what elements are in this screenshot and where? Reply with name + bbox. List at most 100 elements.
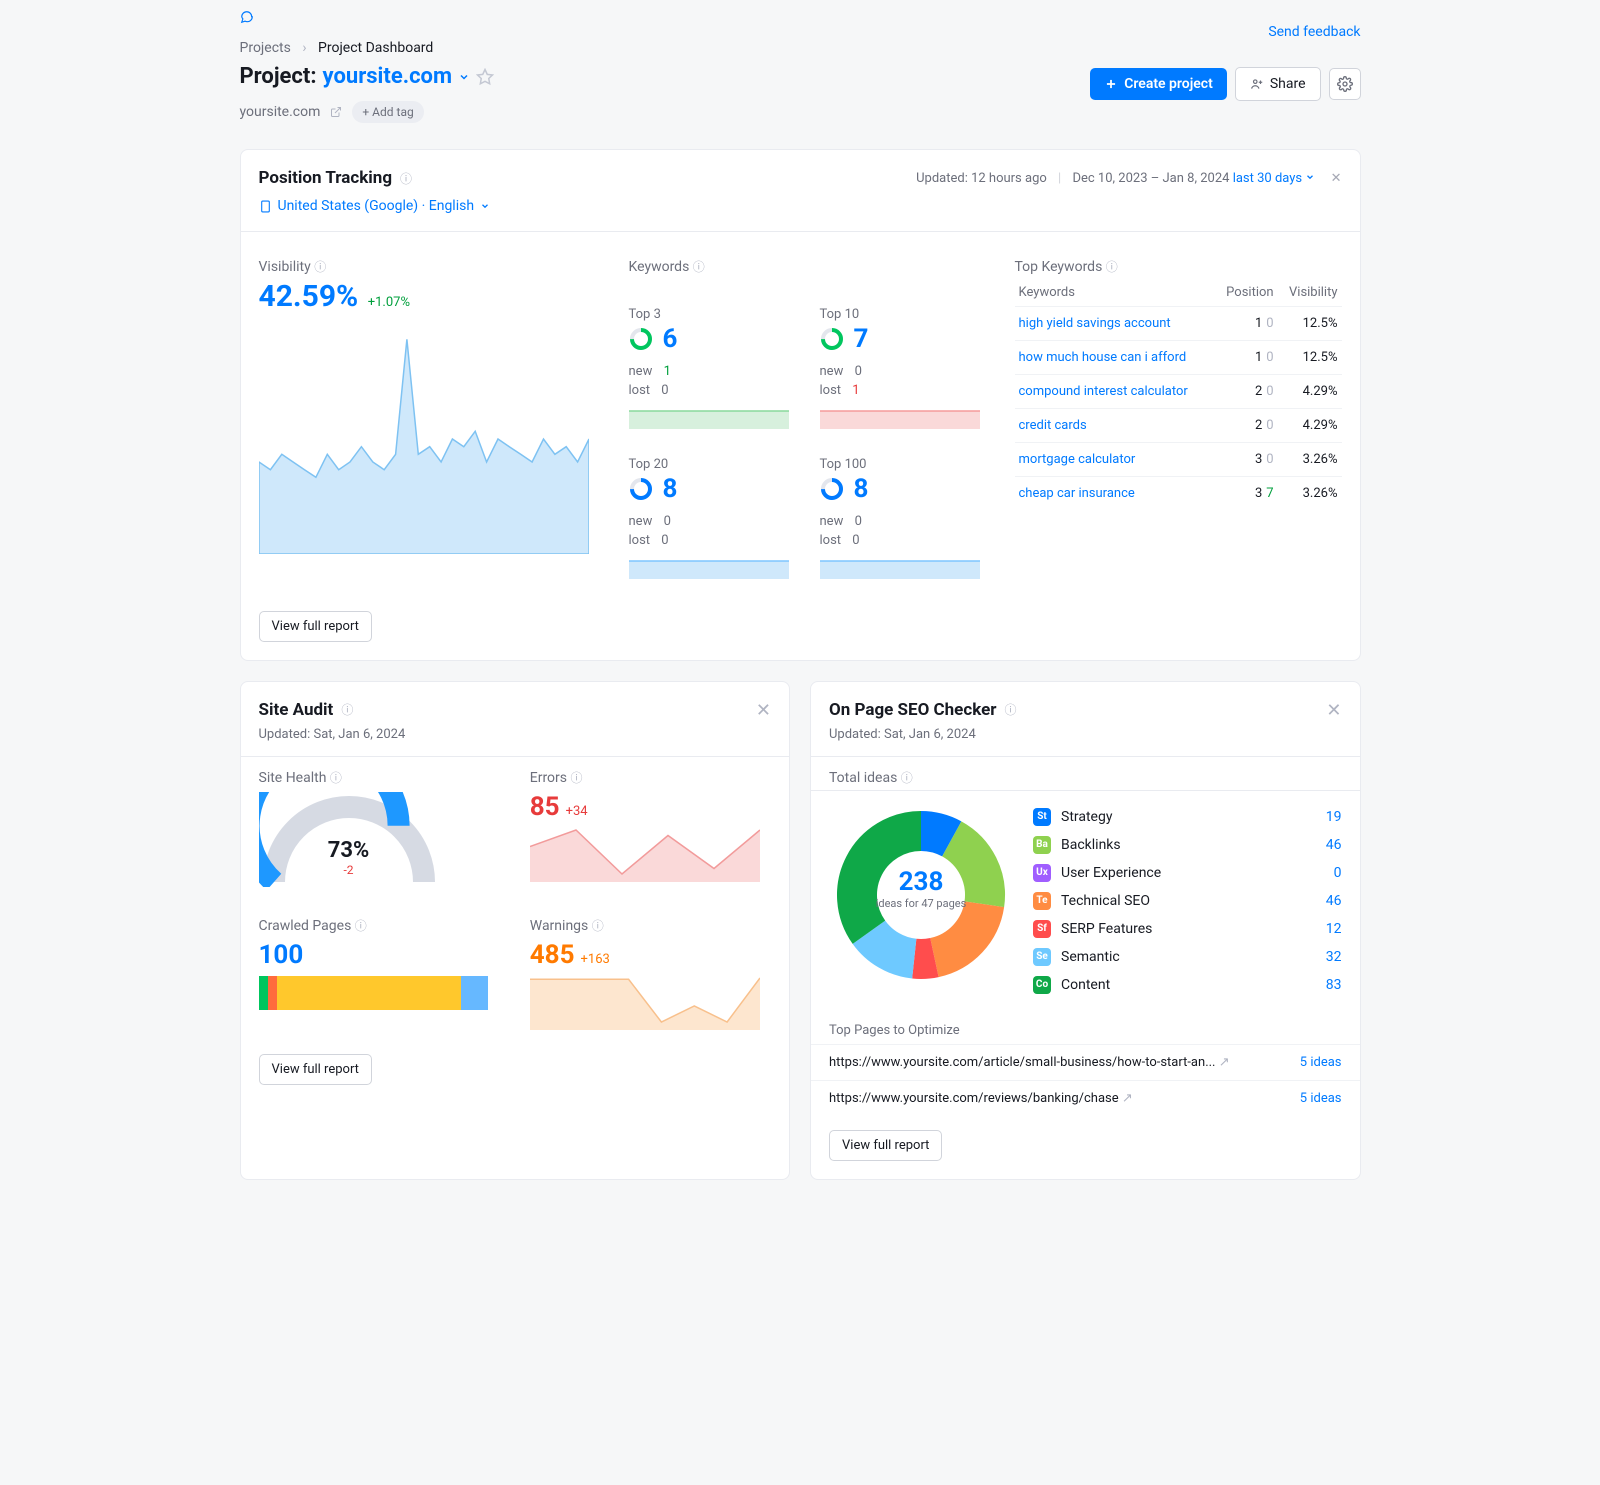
view-full-report-button[interactable]: View full report [259, 1054, 372, 1085]
info-icon[interactable]: ⓘ [901, 771, 913, 785]
page-ideas-link[interactable]: 5 ideas [1300, 1091, 1342, 1106]
visibility-cell: 3.26% [1278, 476, 1342, 510]
category-count[interactable]: 83 [1318, 977, 1342, 993]
total-ideas-label: Total ideas ⓘ [829, 769, 1342, 786]
close-icon[interactable]: ✕ [756, 700, 771, 721]
external-link-icon[interactable]: ↗ [1219, 1055, 1230, 1070]
category-count[interactable]: 46 [1318, 837, 1342, 853]
card-title: Site Audit [259, 700, 334, 720]
card-title: On Page SEO Checker [829, 700, 997, 720]
settings-button[interactable] [1329, 68, 1361, 100]
info-icon[interactable]: ⓘ [693, 260, 705, 274]
keyword-block: Top 107new 0lost 1 [820, 307, 989, 429]
category-name: User Experience [1061, 865, 1318, 881]
gear-icon [1337, 76, 1353, 92]
keyword-link[interactable]: high yield savings account [1015, 306, 1215, 340]
keyword-link[interactable]: cheap car insurance [1015, 476, 1215, 510]
visibility-cell: 4.29% [1278, 374, 1342, 408]
idea-category[interactable]: UxUser Experience0 [1033, 859, 1342, 887]
create-project-button[interactable]: Create project [1090, 68, 1227, 100]
info-icon[interactable]: ⓘ [1005, 701, 1017, 718]
kw-new: 0 [664, 514, 671, 529]
kw-sparkline [629, 407, 789, 429]
info-icon[interactable]: ⓘ [592, 919, 604, 933]
donut-segment [869, 932, 914, 958]
info-icon[interactable]: ⓘ [400, 170, 412, 187]
keyword-link[interactable]: credit cards [1015, 408, 1215, 442]
close-icon[interactable]: ✕ [1331, 171, 1342, 186]
category-pill: Ba [1033, 836, 1051, 854]
info-icon[interactable]: ⓘ [330, 771, 342, 785]
category-count[interactable]: 0 [1318, 865, 1342, 881]
view-full-report-button[interactable]: View full report [829, 1130, 942, 1161]
col-keywords: Keywords [1015, 279, 1215, 307]
page-ideas-link[interactable]: 5 ideas [1300, 1055, 1342, 1070]
info-icon[interactable]: ⓘ [355, 919, 367, 933]
add-tag-button[interactable]: + Add tag [352, 101, 423, 123]
position-cell: 10 [1215, 306, 1278, 340]
table-row: compound interest calculator204.29% [1015, 374, 1342, 408]
chevron-down-icon [480, 201, 490, 211]
kw-label: Top 100 [820, 457, 989, 472]
range-selector[interactable]: last 30 days [1233, 171, 1319, 186]
kw-value: 8 [854, 474, 869, 504]
category-count[interactable]: 19 [1318, 809, 1342, 825]
keyword-link[interactable]: mortgage calculator [1015, 442, 1215, 476]
warnings-value: 485 [530, 940, 575, 970]
idea-category[interactable]: TeTechnical SEO46 [1033, 887, 1342, 915]
visibility-delta: +1.07% [368, 295, 410, 310]
updated-text: Updated: 12 hours ago [916, 171, 1047, 186]
breadcrumb-item[interactable]: Projects [240, 40, 291, 56]
idea-category[interactable]: SeSemantic32 [1033, 943, 1342, 971]
position-cell: 20 [1215, 408, 1278, 442]
locale-selector[interactable]: United States (Google) · English [259, 198, 491, 214]
errors-chart [530, 822, 760, 882]
idea-category[interactable]: Ba Backlinks46 [1033, 831, 1342, 859]
view-full-report-button[interactable]: View full report [259, 611, 372, 642]
info-icon[interactable]: ⓘ [571, 771, 583, 785]
errors-delta: +34 [566, 804, 588, 819]
visibility-cell: 12.5% [1278, 340, 1342, 374]
keyword-link[interactable]: compound interest calculator [1015, 374, 1215, 408]
keyword-link[interactable]: how much house can i afford [1015, 340, 1215, 374]
category-pill: St [1033, 808, 1051, 826]
info-icon[interactable]: ⓘ [341, 701, 353, 718]
category-name: Semantic [1061, 949, 1318, 965]
health-delta: -2 [259, 863, 439, 877]
info-icon[interactable]: ⓘ [314, 260, 326, 274]
category-count[interactable]: 12 [1318, 921, 1342, 937]
idea-category[interactable]: StStrategy19 [1033, 803, 1342, 831]
feedback-icon [240, 10, 254, 24]
page-row: https://www.yoursite.com/reviews/banking… [811, 1080, 1360, 1116]
category-pill: Te [1033, 892, 1051, 910]
chevron-down-icon [458, 71, 470, 83]
domain-link[interactable]: yoursite.com [240, 104, 321, 120]
external-link-icon[interactable]: ↗ [1122, 1091, 1133, 1106]
top-keywords-table: Keywords Position Visibility high yield … [1015, 279, 1342, 510]
page-row: https://www.yoursite.com/article/small-b… [811, 1044, 1360, 1080]
send-feedback-link[interactable]: Send feedback [240, 10, 1361, 40]
close-icon[interactable]: ✕ [1326, 700, 1341, 721]
updated-text: Updated: Sat, Jan 6, 2024 [811, 721, 1360, 756]
page-url: https://www.yoursite.com/reviews/banking… [829, 1091, 1290, 1106]
category-pill: Sf [1033, 920, 1051, 938]
donut-segment [934, 904, 984, 957]
category-name: Backlinks [1061, 837, 1318, 853]
table-row: mortgage calculator303.26% [1015, 442, 1342, 476]
star-icon[interactable] [476, 68, 494, 86]
kw-label: Top 20 [629, 457, 798, 472]
crawled-value: 100 [259, 940, 304, 970]
idea-category[interactable]: Sf SERP Features12 [1033, 915, 1342, 943]
info-icon[interactable]: ⓘ [1106, 260, 1118, 274]
share-button[interactable]: Share [1235, 67, 1321, 101]
category-count[interactable]: 46 [1318, 893, 1342, 909]
project-selector[interactable]: yoursite.com [323, 64, 470, 89]
category-name: SERP Features [1061, 921, 1318, 937]
crawled-bar [259, 976, 489, 1010]
kw-label: Top 10 [820, 307, 989, 322]
errors-value: 85 [530, 792, 560, 822]
category-count[interactable]: 32 [1318, 949, 1342, 965]
idea-category[interactable]: CoContent83 [1033, 971, 1342, 999]
donut-segment [921, 831, 952, 839]
breadcrumb-item[interactable]: Project Dashboard [318, 40, 433, 56]
